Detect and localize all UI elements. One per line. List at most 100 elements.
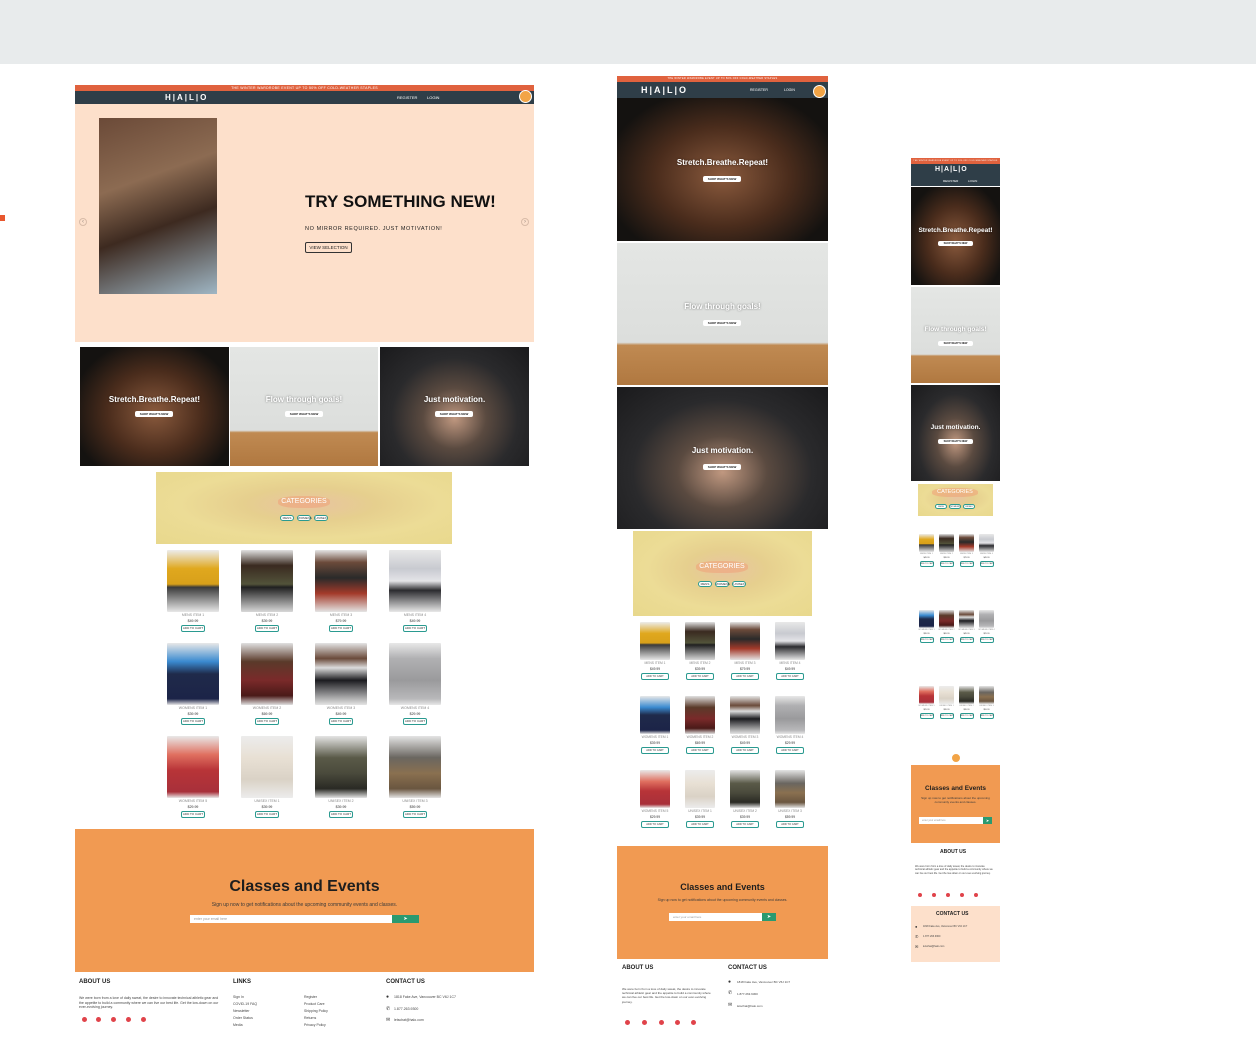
pill-womens[interactable]: WOMENS <box>949 504 961 509</box>
add-to-cart-button[interactable]: ADD TO CART <box>641 821 669 828</box>
tile-flow[interactable]: Flow through goals! SHOP WHAT'S NEW <box>911 287 1000 383</box>
product-image[interactable] <box>775 696 805 734</box>
product-image[interactable] <box>919 686 934 704</box>
product-image[interactable] <box>167 550 219 612</box>
product-card[interactable]: WOMENS ITEM 3 $49.99 ADD TO CART <box>726 696 764 754</box>
footer-link[interactable]: Returns <box>304 1015 328 1022</box>
add-to-cart-button[interactable]: ADD TO CART <box>181 811 205 818</box>
product-card[interactable]: UNISEX ITEM 1 $39.99 ADD TO CART <box>938 686 955 719</box>
product-image[interactable] <box>959 534 974 552</box>
tile-stretch[interactable]: Stretch.Breathe.Repeat! SHOP WHAT'S NEW <box>617 98 828 241</box>
tile-shop-button[interactable]: SHOP WHAT'S NEW <box>703 176 741 182</box>
events-submit-button[interactable]: ➤ <box>762 913 776 921</box>
product-image[interactable] <box>685 770 715 808</box>
product-card[interactable]: MENS ITEM 1 $49.99 ADD TO CART <box>636 622 674 680</box>
pill-unisex[interactable]: UNISEX <box>963 504 975 509</box>
product-card[interactable]: WOMENS ITEM 3 $49.99 ADD TO CART <box>314 643 368 725</box>
product-card[interactable]: MENS ITEM 2 $39.99 ADD TO CART <box>938 534 955 567</box>
hero-view-selection-button[interactable]: VIEW SELECTION <box>305 242 352 253</box>
product-image[interactable] <box>167 736 219 798</box>
events-submit-button[interactable]: ➤ <box>983 817 992 824</box>
product-image[interactable] <box>685 622 715 660</box>
logo[interactable]: H|A|L|O <box>641 85 688 95</box>
product-image[interactable] <box>730 622 760 660</box>
product-image[interactable] <box>640 696 670 734</box>
product-card[interactable]: MENS ITEM 2 $39.99 ADD TO CART <box>681 622 719 680</box>
nav-login[interactable]: LOGIN <box>968 179 977 183</box>
add-to-cart-button[interactable]: ADD TO CART <box>181 718 205 725</box>
product-card[interactable]: UNISEX ITEM 2 $39.99 ADD TO CART <box>314 736 368 818</box>
pill-mens[interactable]: MENS <box>935 504 947 509</box>
product-image[interactable] <box>167 643 219 705</box>
product-card[interactable]: WOMENS ITEM 3 $49.99 ADD TO CART <box>958 610 975 643</box>
product-image[interactable] <box>959 686 974 704</box>
product-card[interactable]: WOMENS ITEM 2 $69.99 ADD TO CART <box>938 610 955 643</box>
footer-link[interactable]: Register <box>304 994 328 1001</box>
footer-link[interactable]: COVID-19 FAQ <box>233 1001 257 1008</box>
add-to-cart-button[interactable]: ADD TO CART <box>776 747 804 754</box>
product-image[interactable] <box>241 643 293 705</box>
product-card[interactable]: UNISEX ITEM 3 $59.99 ADD TO CART <box>771 770 809 828</box>
product-image[interactable] <box>959 610 974 628</box>
add-to-cart-button[interactable]: ADD TO CART <box>686 747 714 754</box>
logo[interactable]: H|A|L|O <box>935 166 968 173</box>
youtube-icon[interactable] <box>111 1017 116 1022</box>
product-card[interactable]: WOMENS ITEM 5 $29.99 ADD TO CART <box>166 736 220 818</box>
add-to-cart-button[interactable]: ADD TO CART <box>403 718 427 725</box>
instagram-icon[interactable] <box>691 1020 696 1025</box>
product-image[interactable] <box>685 696 715 734</box>
product-image[interactable] <box>939 686 954 704</box>
add-to-cart-button[interactable]: ADD TO CART <box>255 625 279 632</box>
pill-mens[interactable]: MENS <box>698 581 712 587</box>
tile-shop-button[interactable]: SHOP WHAT'S NEW <box>938 341 973 346</box>
tile-shop-button[interactable]: SHOP WHAT'S NEW <box>135 411 173 417</box>
product-card[interactable]: WOMENS ITEM 4 $29.99 ADD TO CART <box>771 696 809 754</box>
add-to-cart-button[interactable]: ADD TO CART <box>919 713 934 719</box>
pill-unisex[interactable]: UNISEX <box>314 515 328 521</box>
hero-prev-arrow[interactable]: ‹ <box>79 218 87 226</box>
product-card[interactable]: WOMENS ITEM 4 $29.99 ADD TO CART <box>978 610 995 643</box>
product-card[interactable]: WOMENS ITEM 5 $29.99 ADD TO CART <box>918 686 935 719</box>
logo[interactable]: H|A|L|O <box>165 93 208 102</box>
product-image[interactable] <box>241 550 293 612</box>
footer-link[interactable]: Product Care <box>304 1001 328 1008</box>
product-card[interactable]: WOMENS ITEM 1 $39.99 ADD TO CART <box>636 696 674 754</box>
product-card[interactable]: MENS ITEM 1 $49.99 ADD TO CART <box>166 550 220 632</box>
product-card[interactable]: UNISEX ITEM 2 $39.99 ADD TO CART <box>958 686 975 719</box>
product-card[interactable]: WOMENS ITEM 5 $29.99 ADD TO CART <box>636 770 674 828</box>
product-image[interactable] <box>389 643 441 705</box>
add-to-cart-button[interactable]: ADD TO CART <box>731 747 759 754</box>
add-to-cart-button[interactable]: ADD TO CART <box>939 637 954 643</box>
product-image[interactable] <box>979 686 994 704</box>
nav-register[interactable]: REGISTER <box>750 88 768 92</box>
add-to-cart-button[interactable]: ADD TO CART <box>979 561 994 567</box>
tile-motivation[interactable]: Just motivation. SHOP WHAT'S NEW <box>911 385 1000 481</box>
events-email-input[interactable]: enter your email here <box>919 817 983 824</box>
product-card[interactable]: WOMENS ITEM 4 $29.99 ADD TO CART <box>388 643 442 725</box>
product-card[interactable]: MENS ITEM 3 $79.99 ADD TO CART <box>958 534 975 567</box>
product-card[interactable]: MENS ITEM 3 $79.99 ADD TO CART <box>726 622 764 680</box>
add-to-cart-button[interactable]: ADD TO CART <box>641 673 669 680</box>
pinterest-icon[interactable] <box>96 1017 101 1022</box>
add-to-cart-button[interactable]: ADD TO CART <box>959 561 974 567</box>
tile-shop-button[interactable]: SHOP WHAT'S NEW <box>435 411 473 417</box>
add-to-cart-button[interactable]: ADD TO CART <box>939 561 954 567</box>
tile-shop-button[interactable]: SHOP WHAT'S NEW <box>703 320 741 326</box>
nav-register[interactable]: REGISTER <box>943 179 958 183</box>
tile-shop-button[interactable]: SHOP WHAT'S NEW <box>703 464 741 470</box>
nav-register[interactable]: REGISTER <box>397 95 417 100</box>
product-image[interactable] <box>315 643 367 705</box>
instagram-icon[interactable] <box>141 1017 146 1022</box>
product-image[interactable] <box>640 770 670 808</box>
footer-link[interactable]: Privacy Policy <box>304 1022 328 1029</box>
product-card[interactable]: MENS ITEM 4 $49.99 ADD TO CART <box>388 550 442 632</box>
pinterest-icon[interactable] <box>642 1020 647 1025</box>
pill-unisex[interactable]: UNISEX <box>732 581 746 587</box>
add-to-cart-button[interactable]: ADD TO CART <box>686 673 714 680</box>
tile-motivation[interactable]: Just motivation. SHOP WHAT'S NEW <box>380 347 529 466</box>
add-to-cart-button[interactable]: ADD TO CART <box>731 821 759 828</box>
tile-flow[interactable]: Flow through goals! SHOP WHAT'S NEW <box>230 347 378 466</box>
add-to-cart-button[interactable]: ADD TO CART <box>329 811 353 818</box>
pinterest-icon[interactable] <box>932 893 936 897</box>
product-image[interactable] <box>939 534 954 552</box>
